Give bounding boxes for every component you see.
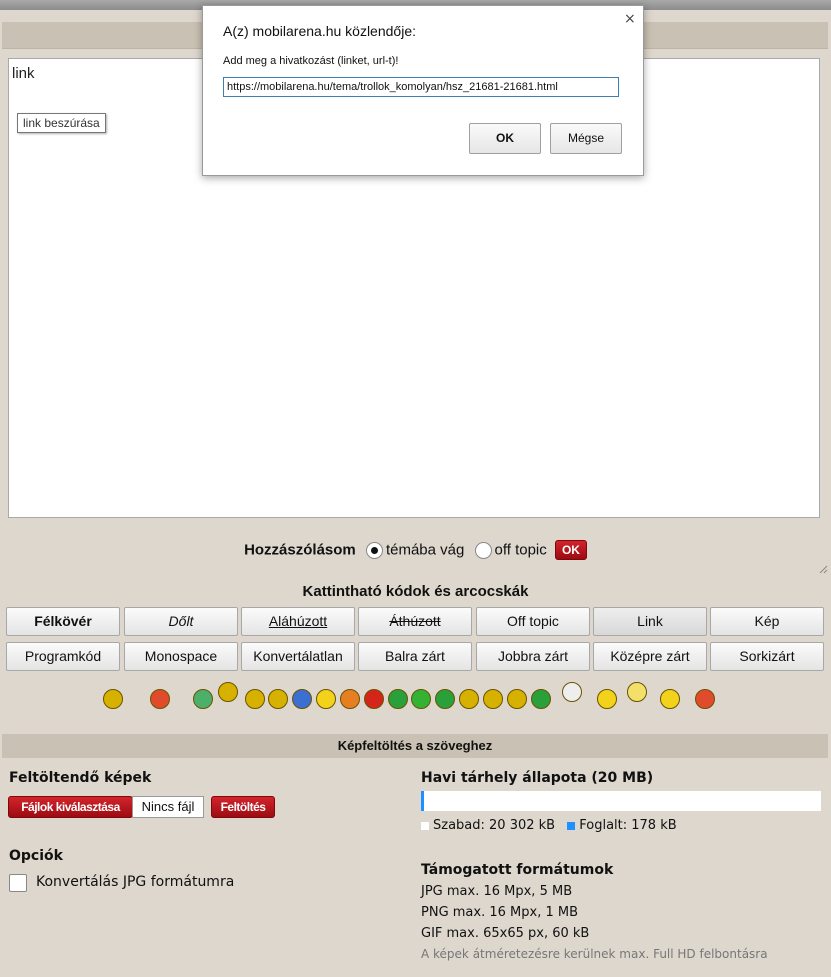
- wink-icon[interactable]: [459, 689, 479, 709]
- formats-title: Támogatott formátumok: [421, 862, 614, 878]
- justify-button[interactable]: Sorkizárt: [710, 642, 824, 671]
- post-target-label: Hozzászólásom: [244, 541, 356, 559]
- shocked-icon[interactable]: [627, 682, 647, 702]
- angry-icon[interactable]: [340, 689, 360, 709]
- no-file-label: Nincs fájl: [132, 796, 204, 818]
- grin-icon[interactable]: [193, 689, 213, 709]
- worried-icon[interactable]: [316, 689, 336, 709]
- link-button[interactable]: Link: [593, 607, 707, 636]
- free-label: Szabad: 20 302 kB: [433, 818, 556, 833]
- happy-icon[interactable]: [507, 689, 527, 709]
- code-button[interactable]: Programkód: [6, 642, 120, 671]
- sleepy-icon[interactable]: [660, 689, 680, 709]
- post-target-row: Hozzászólásom témába vág off topic OK: [0, 540, 831, 564]
- red-angry-icon[interactable]: [364, 689, 384, 709]
- format-jpg: JPG max. 16 Mpx, 5 MB: [421, 884, 573, 899]
- align-center-button[interactable]: Középre zárt: [593, 642, 707, 671]
- codes-title: Kattintható kódok és arcocskák: [302, 583, 529, 600]
- sad-icon[interactable]: [245, 689, 265, 709]
- underline-button[interactable]: Aláhúzott: [241, 607, 355, 636]
- insert-link-tooltip: link beszúrása: [17, 113, 106, 133]
- close-icon[interactable]: ×: [624, 11, 636, 27]
- upload-button[interactable]: Feltöltés: [211, 796, 275, 818]
- image-button[interactable]: Kép: [710, 607, 824, 636]
- convert-jpg-label[interactable]: Konvertálás JPG formátumra: [36, 874, 234, 890]
- resize-note: A képek átméretezésre kerülnek max. Full…: [421, 947, 768, 961]
- options-title: Opciók: [9, 848, 63, 864]
- italic-button[interactable]: Dőlt: [124, 607, 238, 636]
- dialog-ok-button[interactable]: OK: [469, 123, 541, 154]
- storage-legend: Szabad: 20 302 kB Foglalt: 178 kB: [421, 818, 677, 833]
- dialog-title: A(z) mobilarena.hu közlendője:: [223, 23, 416, 39]
- radio-topic-label[interactable]: témába vág: [386, 542, 464, 559]
- format-gif: GIF max. 65x65 px, 60 kB: [421, 926, 590, 941]
- choose-files-button[interactable]: Fájlok kiválasztása: [8, 796, 133, 818]
- resize-handle-icon[interactable]: [819, 565, 828, 574]
- radio-topic[interactable]: [365, 541, 383, 559]
- free-swatch-icon: [421, 821, 429, 830]
- format-png: PNG max. 16 Mpx, 1 MB: [421, 905, 578, 920]
- post-ok-button[interactable]: OK: [554, 540, 587, 560]
- smirk-icon[interactable]: [483, 689, 503, 709]
- align-right-button[interactable]: Jobbra zárt: [476, 642, 590, 671]
- radio-offtopic[interactable]: [474, 541, 492, 559]
- storage-bar: [421, 791, 821, 811]
- storage-used-fill: [421, 791, 424, 811]
- dialog-cancel-button[interactable]: Mégse: [550, 123, 622, 154]
- confused-icon[interactable]: [597, 689, 617, 709]
- green-sick-icon[interactable]: [531, 689, 551, 709]
- bold-button[interactable]: Félkövér: [6, 607, 120, 636]
- used-label: Foglalt: 178 kB: [579, 818, 677, 833]
- dialog-message: Add meg a hivatkozást (linket, url-t)!: [223, 55, 399, 67]
- skull-icon[interactable]: [562, 682, 582, 702]
- monospace-button[interactable]: Monospace: [124, 642, 238, 671]
- upload-header: Képfeltöltés a szöveghez: [2, 734, 828, 758]
- radio-offtopic-label[interactable]: off topic: [495, 542, 547, 559]
- green-face-icon[interactable]: [388, 689, 408, 709]
- rocket-icon[interactable]: [695, 689, 715, 709]
- smile2-icon[interactable]: [268, 689, 288, 709]
- offtopic-button[interactable]: Off topic: [476, 607, 590, 636]
- link-prompt-dialog: A(z) mobilarena.hu közlendője: × Add meg…: [202, 5, 644, 176]
- blue-face-icon[interactable]: [292, 689, 312, 709]
- align-left-button[interactable]: Balra zárt: [358, 642, 472, 671]
- strikethrough-button[interactable]: Áthúzott: [358, 607, 472, 636]
- storage-title: Havi tárhely állapota (20 MB): [421, 770, 654, 786]
- alien-icon[interactable]: [218, 682, 238, 702]
- url-input[interactable]: [223, 77, 619, 97]
- smile-icon[interactable]: [103, 689, 123, 709]
- green-devil-icon[interactable]: [411, 689, 431, 709]
- red-face-icon[interactable]: [150, 689, 170, 709]
- green-grin-icon[interactable]: [435, 689, 455, 709]
- images-title: Feltöltendő képek: [9, 770, 152, 786]
- convert-jpg-checkbox[interactable]: [9, 874, 27, 892]
- editor-text: link: [12, 65, 35, 82]
- used-swatch-icon: [567, 821, 576, 830]
- unconverted-button[interactable]: Konvertálatlan: [241, 642, 355, 671]
